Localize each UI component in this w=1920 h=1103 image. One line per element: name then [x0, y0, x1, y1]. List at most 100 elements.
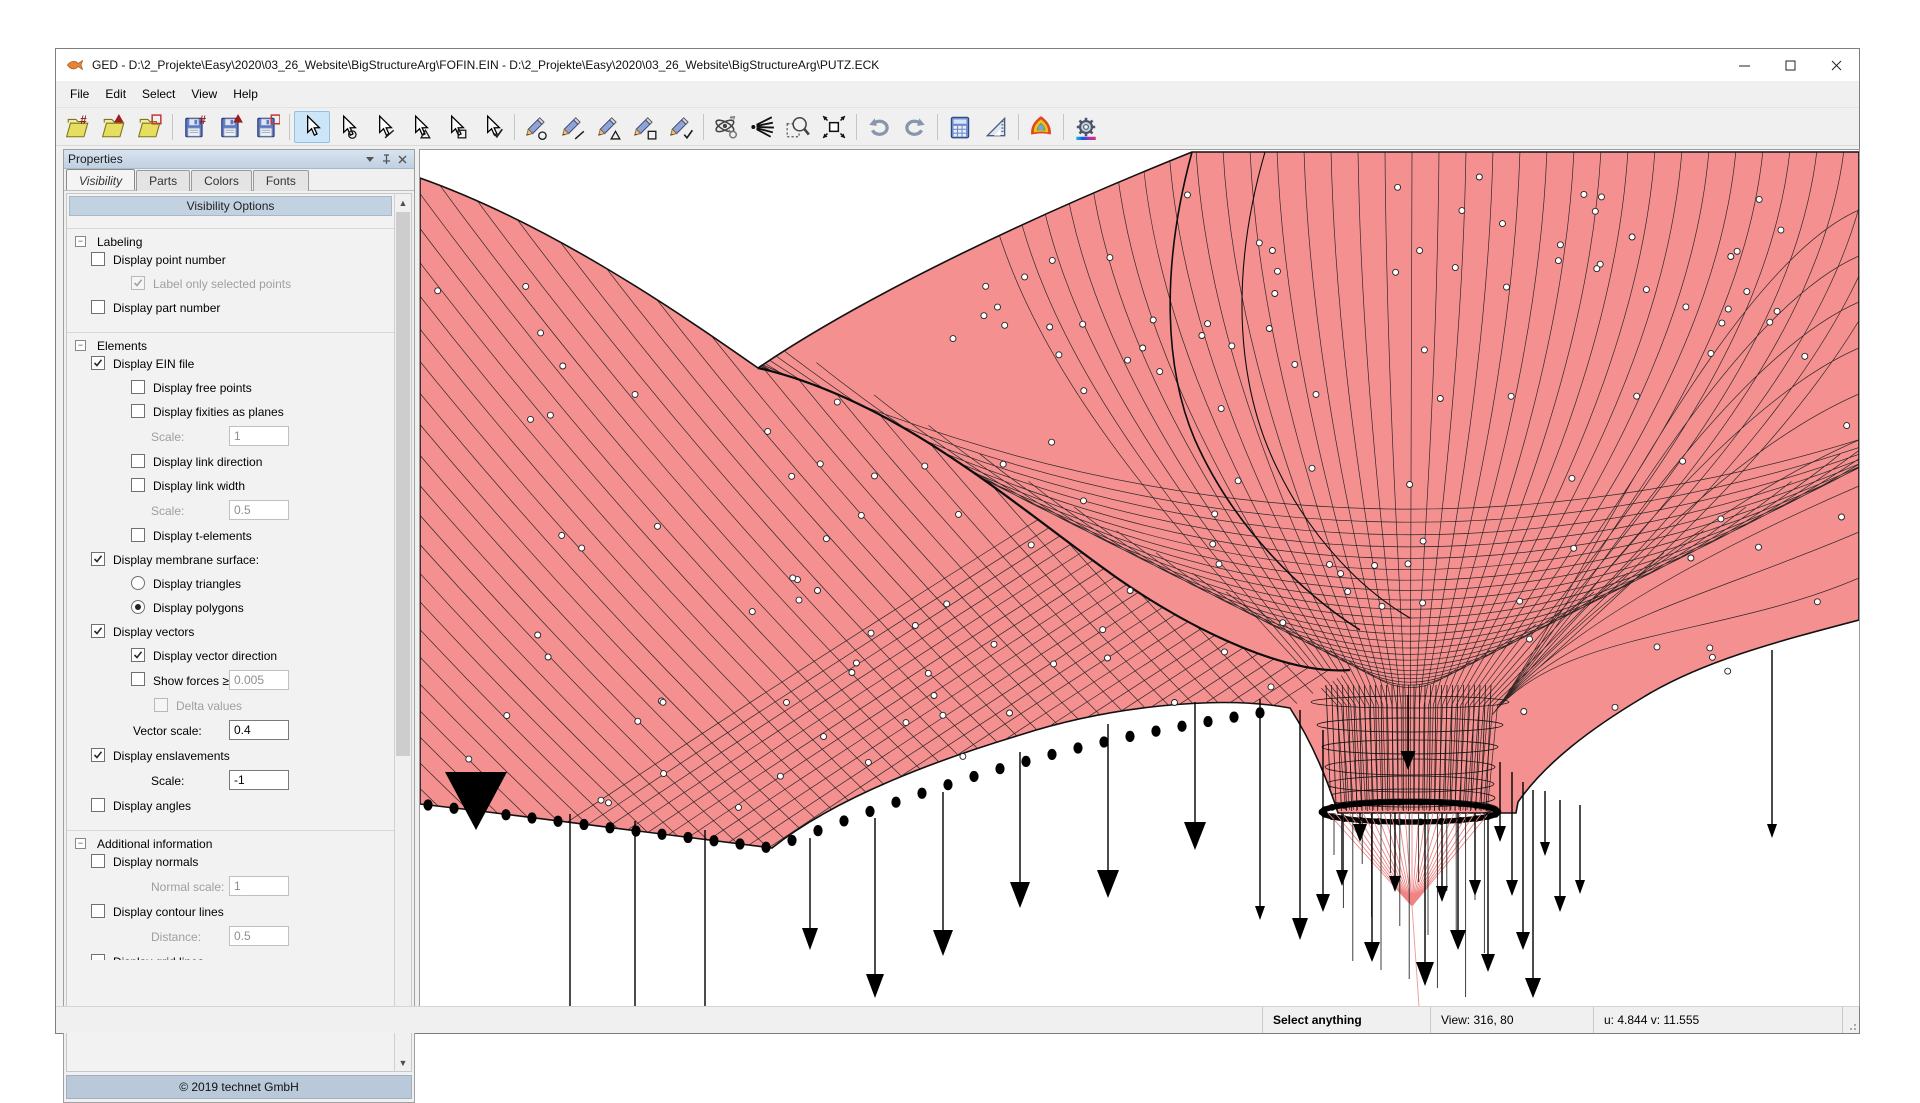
panel-menu-chevron-down-icon[interactable]: [362, 152, 378, 167]
svg-text:#: #: [80, 114, 87, 127]
orbit-view-button[interactable]: [708, 111, 744, 143]
resize-grip[interactable]: [1843, 1007, 1859, 1033]
checkbox[interactable]: [131, 478, 145, 492]
option-label: Display vector direction: [153, 649, 277, 663]
zoom-window-button[interactable]: [780, 111, 816, 143]
field-label: Distance:: [151, 930, 201, 944]
save-ein-file-button[interactable]: #: [177, 111, 213, 143]
collapse-icon[interactable]: −: [75, 838, 86, 849]
menu-select[interactable]: Select: [134, 83, 183, 105]
select-points-icon: [335, 114, 361, 140]
collapse-icon[interactable]: −: [75, 340, 86, 351]
checkbox[interactable]: [91, 624, 105, 638]
edit-quads-button[interactable]: [627, 111, 663, 143]
group-additional-information: − Additional information: [67, 830, 394, 850]
checkbox[interactable]: [91, 904, 105, 918]
check-display-enslavements: Display enslavements: [67, 744, 394, 768]
settings-button[interactable]: [1068, 111, 1104, 143]
tab-fonts[interactable]: Fonts: [253, 170, 309, 191]
panel-close-icon[interactable]: [394, 152, 410, 167]
checkbox[interactable]: [91, 252, 105, 266]
toolbar-separator: [514, 114, 515, 140]
viewport-3d[interactable]: [419, 149, 1860, 1007]
field-label: Normal scale:: [151, 880, 224, 894]
save-square-file-button[interactable]: [249, 111, 285, 143]
option-label: Display polygons: [153, 601, 244, 615]
value-input[interactable]: [229, 720, 289, 740]
checkbox[interactable]: [131, 528, 145, 542]
scroll-down-icon[interactable]: ▼: [395, 1054, 411, 1071]
check-display-vectors: Display vectors: [67, 620, 394, 644]
panel-tabs: VisibilityPartsColorsFonts: [64, 169, 414, 191]
redo-button[interactable]: [897, 111, 933, 143]
option-label: Display membrane surface:: [113, 553, 259, 567]
menu-help[interactable]: Help: [225, 83, 266, 105]
calculator-button[interactable]: [942, 111, 978, 143]
zoom-extents-button[interactable]: [816, 111, 852, 143]
fem-view-button[interactable]: [1023, 111, 1059, 143]
zoom-dynamic-button[interactable]: [744, 111, 780, 143]
scrollbar-thumb[interactable]: [396, 212, 410, 756]
group-labeling: − Labeling: [67, 228, 394, 248]
option-label: Display t-elements: [153, 529, 252, 543]
edit-elements-button[interactable]: [663, 111, 699, 143]
option-label: Display enslavements: [113, 749, 230, 763]
tab-colors[interactable]: Colors: [191, 170, 252, 191]
checkbox[interactable]: [91, 854, 105, 868]
tab-parts[interactable]: Parts: [136, 170, 190, 191]
select-links-button[interactable]: [366, 111, 402, 143]
value-input[interactable]: [229, 770, 289, 790]
option-label: Display link width: [153, 479, 245, 493]
checkbox[interactable]: [131, 672, 145, 686]
radio-button[interactable]: [131, 600, 145, 614]
edit-triangles-button[interactable]: [591, 111, 627, 143]
checkbox[interactable]: [131, 454, 145, 468]
checkbox[interactable]: [131, 404, 145, 418]
select-cursor-button[interactable]: [294, 111, 330, 143]
visibility-options-header: Visibility Options: [69, 196, 392, 216]
select-quads-button[interactable]: [438, 111, 474, 143]
undo-button[interactable]: [861, 111, 897, 143]
checkbox[interactable]: [131, 648, 145, 662]
edit-points-button[interactable]: [519, 111, 555, 143]
close-button[interactable]: [1813, 49, 1859, 81]
minimize-button[interactable]: [1721, 49, 1767, 81]
check-display-free-points: Display free points: [67, 376, 394, 400]
checkbox[interactable]: [91, 954, 105, 960]
panel-pin-icon[interactable]: [378, 152, 394, 167]
menu-file[interactable]: File: [62, 83, 97, 105]
measure-button[interactable]: [978, 111, 1014, 143]
menu-view[interactable]: View: [183, 83, 225, 105]
value-input: [229, 926, 289, 946]
menu-edit[interactable]: Edit: [97, 83, 134, 105]
open-square-file-button[interactable]: [132, 111, 168, 143]
toolbar-separator: [289, 114, 290, 140]
check-display-link-width: Display link width: [67, 474, 394, 498]
field-label: Scale:: [151, 774, 184, 788]
checkbox[interactable]: [91, 748, 105, 762]
panel-scrollbar[interactable]: ▲ ▼: [394, 194, 411, 1071]
redo-icon: [902, 114, 928, 140]
check-display-ein-file: Display EIN file: [67, 352, 394, 376]
save-triangle-file-button[interactable]: [213, 111, 249, 143]
checkbox[interactable]: [91, 300, 105, 314]
open-triangle-file-button[interactable]: [96, 111, 132, 143]
radio-button[interactable]: [131, 576, 145, 590]
scroll-up-icon[interactable]: ▲: [395, 194, 411, 211]
title-bar: GED - D:\2_Projekte\Easy\2020\03_26_Webs…: [56, 49, 1859, 81]
collapse-icon[interactable]: −: [75, 236, 86, 247]
select-points-button[interactable]: [330, 111, 366, 143]
select-triangles-button[interactable]: [402, 111, 438, 143]
status-message: Select anything: [1263, 1007, 1431, 1033]
select-elements-button[interactable]: [474, 111, 510, 143]
tab-visibility[interactable]: Visibility: [66, 169, 135, 190]
checkbox[interactable]: [91, 552, 105, 566]
checkbox[interactable]: [91, 798, 105, 812]
status-uv-coords: u: 4.844 v: 11.555: [1594, 1007, 1843, 1033]
status-empty-segment: [56, 1007, 1263, 1033]
checkbox[interactable]: [131, 380, 145, 394]
open-ein-file-button[interactable]: #: [60, 111, 96, 143]
maximize-button[interactable]: [1767, 49, 1813, 81]
edit-links-button[interactable]: [555, 111, 591, 143]
checkbox[interactable]: [91, 356, 105, 370]
